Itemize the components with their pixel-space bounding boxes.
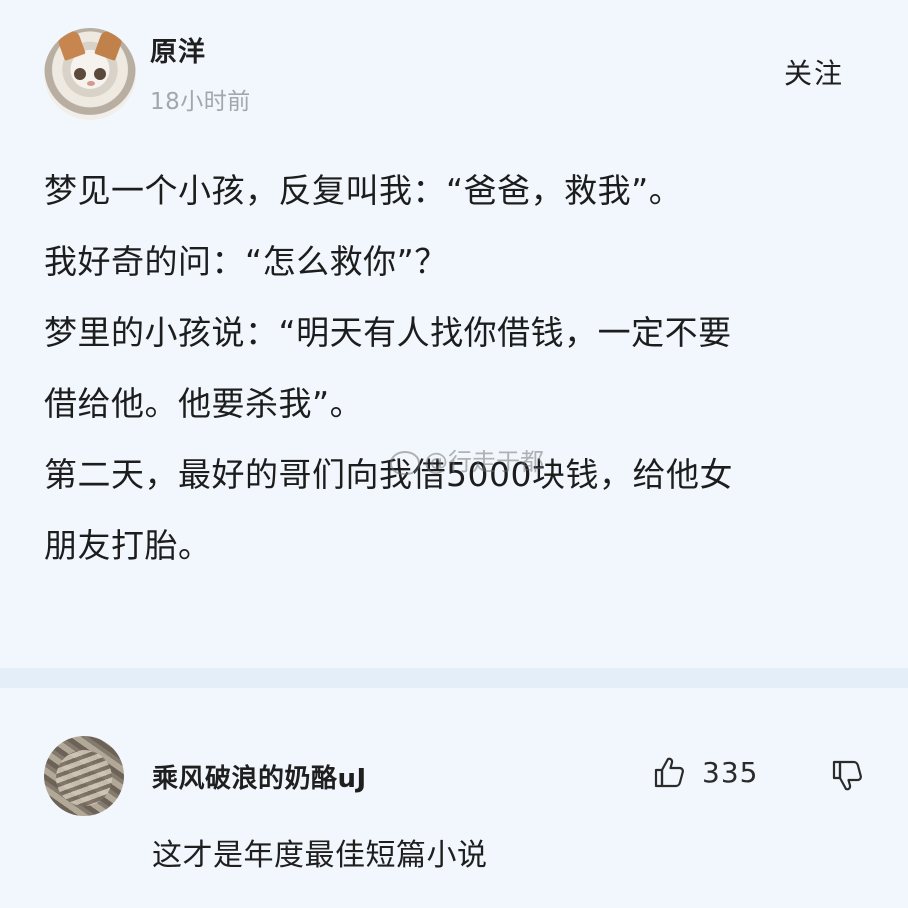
page: 原洋 18小时前 关注 梦见一个小孩，反复叫我：“爸爸，救我”。 我好奇的问：“… (0, 0, 908, 908)
post-line: 借给他。他要杀我”。 (44, 384, 364, 423)
avatar-ear (56, 29, 86, 61)
watermark-text: @行走于都 (424, 448, 544, 476)
thumbs-down-icon[interactable] (830, 758, 866, 794)
post-body: 梦见一个小孩，反复叫我：“爸爸，救我”。 我好奇的问：“怎么救你”？ 梦里的小孩… (44, 155, 884, 581)
avatar-eye (94, 68, 106, 80)
avatar-face (56, 750, 112, 806)
like-button[interactable]: 335 (652, 754, 758, 790)
post-card: 原洋 18小时前 关注 梦见一个小孩，反复叫我：“爸爸，救我”。 我好奇的问：“… (0, 0, 908, 668)
post-author-name[interactable]: 原洋 (150, 30, 206, 69)
weibo-icon (390, 451, 420, 475)
thumbs-up-icon (654, 757, 684, 788)
commenter-name[interactable]: 乘风破浪的奶酪uJ (152, 758, 367, 795)
post-line: 梦里的小孩说：“明天有人找你借钱，一定不要 (44, 313, 732, 352)
author-avatar[interactable] (44, 28, 136, 120)
like-count: 335 (702, 755, 759, 789)
comment-item: 乘风破浪的奶酪uJ 335 这才是年度最佳短篇小说 (0, 688, 908, 908)
avatar-nose (87, 81, 95, 86)
follow-button[interactable]: 关注 (784, 52, 844, 92)
post-timestamp: 18小时前 (150, 89, 251, 115)
section-divider (0, 668, 908, 688)
comment-text: 这才是年度最佳短篇小说 (152, 838, 488, 873)
post-line: 我好奇的问：“怎么救你”？ (44, 242, 448, 281)
watermark: @行走于都 (390, 442, 544, 477)
post-line: 朋友打胎。 (44, 526, 212, 565)
avatar-ear (94, 29, 124, 61)
avatar-eye (74, 68, 86, 80)
commenter-avatar[interactable] (44, 736, 124, 816)
post-line: 梦见一个小孩，反复叫我：“爸爸，救我”。 (44, 171, 683, 210)
